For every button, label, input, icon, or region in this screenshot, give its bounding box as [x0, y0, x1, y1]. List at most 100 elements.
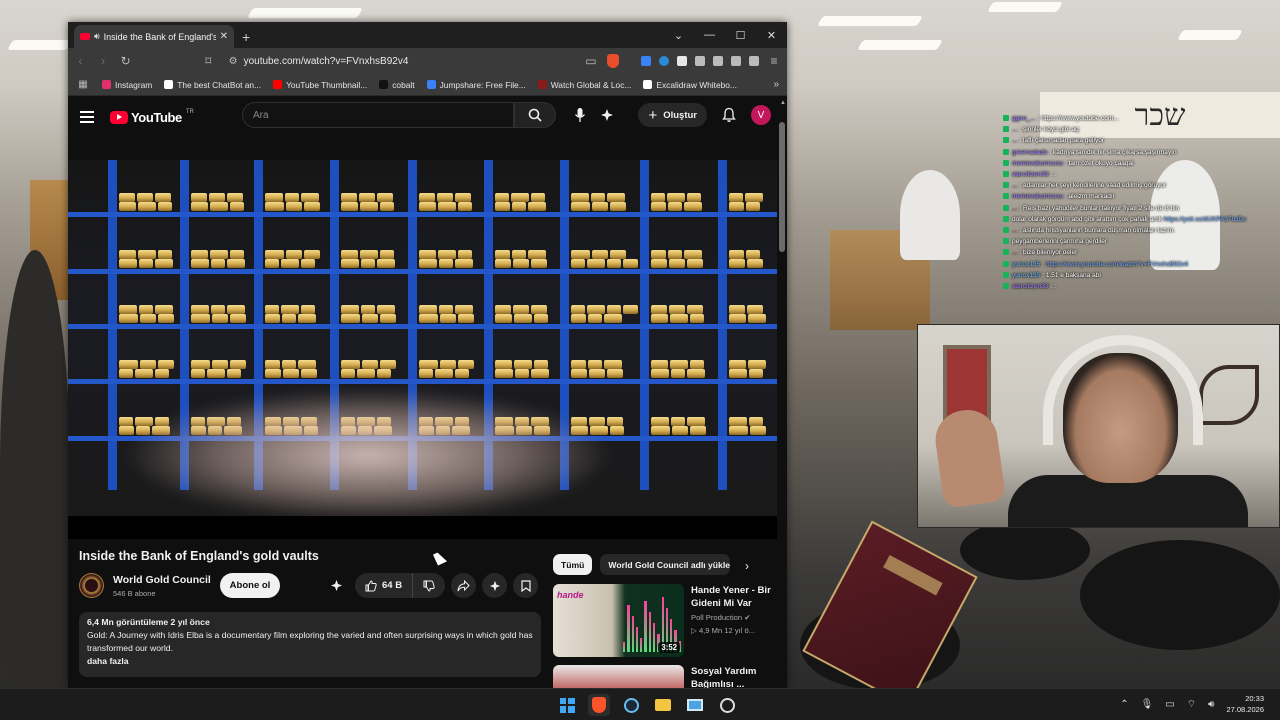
minimize-button[interactable]: — [694, 29, 725, 41]
gold-bar [749, 417, 763, 426]
taskbar-obs[interactable] [716, 694, 738, 716]
scroll-up-arrow[interactable]: ▲ [780, 100, 786, 106]
gold-bar [361, 305, 375, 314]
ai-summary-button[interactable] [324, 573, 349, 598]
taskbar-steam[interactable] [620, 694, 642, 716]
youtube-logo[interactable]: YouTube TR [110, 109, 194, 125]
tab-youtube[interactable]: 🔊︎ Inside the Bank of England's gold vau… [74, 25, 234, 48]
share-button[interactable] [451, 573, 477, 598]
taskbar-remote-desktop[interactable] [684, 694, 706, 716]
site-info-icon[interactable]: ⚙ [229, 56, 238, 67]
taskbar-brave[interactable] [588, 694, 610, 716]
chips-next-arrow-icon[interactable]: › [745, 559, 749, 573]
extension-icon[interactable] [659, 56, 670, 66]
bookmark-item[interactable]: Jumpshare: Free File... [426, 80, 526, 90]
clock[interactable]: 20:33 27.08.2026 [1226, 693, 1264, 715]
tab-close-icon[interactable]: ✕ [220, 31, 228, 42]
apps-grid-icon[interactable]: ▦ [76, 79, 90, 90]
search-box[interactable] [242, 102, 514, 128]
display-icon[interactable]: ▭ [1165, 699, 1174, 710]
gold-bar [360, 202, 378, 211]
channel-avatar[interactable] [79, 573, 104, 598]
sparkle-icon [330, 579, 343, 592]
gold-bar [304, 250, 320, 259]
maximize-button[interactable]: ☐ [725, 29, 756, 42]
extension-icon[interactable] [641, 56, 652, 66]
chat-message: starcitizen33: : [1003, 281, 1280, 292]
search-button[interactable] [514, 102, 556, 128]
show-more-link[interactable]: daha fazla [87, 656, 533, 666]
recommended-video[interactable]: hande 3:52 Hande Yener - Bir Gideni Mi V… [553, 584, 775, 660]
gold-bar [230, 314, 246, 323]
notifications-bell-icon[interactable] [721, 107, 737, 123]
ai-assistant-button[interactable] [596, 102, 618, 128]
gold-bar [651, 259, 667, 268]
network-icon[interactable]: ⌔ [1187, 698, 1196, 711]
create-button[interactable]: + Oluştur [638, 103, 707, 127]
new-tab-button[interactable]: + [242, 29, 250, 45]
description-box[interactable]: 6,4 Mn görüntüleme 2 yıl önce Gold: A Jo… [79, 612, 541, 677]
gold-bar [690, 360, 704, 369]
subscribe-button[interactable]: Abone ol [220, 573, 280, 598]
gold-bar [265, 193, 283, 202]
microphone-icon[interactable]: 🎙︎ [1141, 699, 1154, 710]
reload-button[interactable]: ↻ [119, 54, 132, 68]
audio-playing-icon[interactable]: 🔊︎ [94, 31, 100, 42]
volume-icon[interactable]: 🔊︎ [1208, 699, 1214, 710]
chat-link[interactable]: https://www.youtube.com/watch?v=FVnxhsB9… [1046, 261, 1188, 268]
chat-badge-icon [1003, 182, 1009, 189]
bookmark-icon[interactable]: ⌑ [202, 54, 215, 68]
taskbar-file-explorer[interactable] [652, 694, 674, 716]
like-button[interactable]: 64 B [355, 573, 414, 598]
forward-button[interactable]: › [97, 54, 110, 68]
cast-icon[interactable]: ▭ [585, 54, 598, 68]
close-window-button[interactable]: ✕ [756, 29, 787, 42]
video-duration: 3:52 [658, 642, 680, 653]
gold-bar [651, 369, 669, 378]
voice-search-button[interactable] [569, 102, 591, 128]
gold-bar [230, 360, 246, 369]
music-icon[interactable] [713, 56, 724, 66]
save-button[interactable] [513, 573, 539, 598]
chip-channel-uploads[interactable]: World Gold Council adlı yükle [600, 554, 731, 575]
bookmark-label: Watch Global & Loc... [550, 79, 632, 90]
ask-ai-button[interactable] [482, 573, 508, 598]
vpn-icon[interactable] [749, 56, 760, 66]
puzzle-icon[interactable] [695, 56, 706, 66]
dislike-button[interactable] [413, 573, 445, 598]
bookmark-item[interactable]: Excalidraw Whitebo... [643, 80, 737, 90]
wallet-icon[interactable] [731, 56, 742, 66]
chat-link[interactable]: https://yoti.sc/dUKPA37bJDc [1164, 216, 1247, 223]
gold-bar [140, 314, 156, 323]
brave-shield-icon[interactable] [607, 54, 620, 68]
menu-icon[interactable]: ≡ [767, 54, 781, 68]
gold-bar [210, 250, 228, 259]
start-button[interactable] [556, 694, 578, 716]
tab-search-icon[interactable]: ⌄ [663, 29, 694, 42]
gold-bar [455, 259, 473, 268]
video-player[interactable] [68, 160, 777, 539]
gold-bar [419, 369, 433, 378]
bookmark-item[interactable]: Watch Global & Loc... [537, 79, 632, 90]
extension-icon[interactable] [677, 56, 688, 66]
chat-text: : [1054, 283, 1056, 291]
user-avatar[interactable]: V [751, 105, 771, 125]
search-input[interactable] [253, 109, 513, 121]
bookmark-item[interactable]: YouTube Thumbnail... [273, 80, 367, 90]
bookmark-item[interactable]: cobalt [379, 80, 415, 90]
chevron-up-icon[interactable]: ⌃ [1120, 699, 1128, 710]
recommended-video[interactable]: Sosyal Yardım Bağımlısı ... [553, 665, 775, 688]
gold-bar [438, 250, 456, 259]
hamburger-menu-icon[interactable] [80, 108, 94, 126]
bookmark-item[interactable]: The best ChatBot an... [164, 80, 261, 90]
bookmarks-overflow-icon[interactable]: » [773, 79, 779, 90]
chip-all[interactable]: Tümü [553, 554, 593, 575]
address-bar[interactable]: ⚙ youtube.com/watch?v=FVnxhsB92v4 [225, 51, 595, 71]
back-button[interactable]: ‹ [74, 54, 87, 68]
chat-message: ggeo_...: https://www.youtube.com... [1003, 113, 1280, 124]
gold-bar [301, 259, 315, 268]
channel-name[interactable]: World Gold Council [113, 574, 211, 586]
page-scrollbar[interactable] [779, 122, 785, 252]
gold-bar [439, 305, 453, 314]
bookmark-item[interactable]: Instagram [102, 80, 152, 90]
